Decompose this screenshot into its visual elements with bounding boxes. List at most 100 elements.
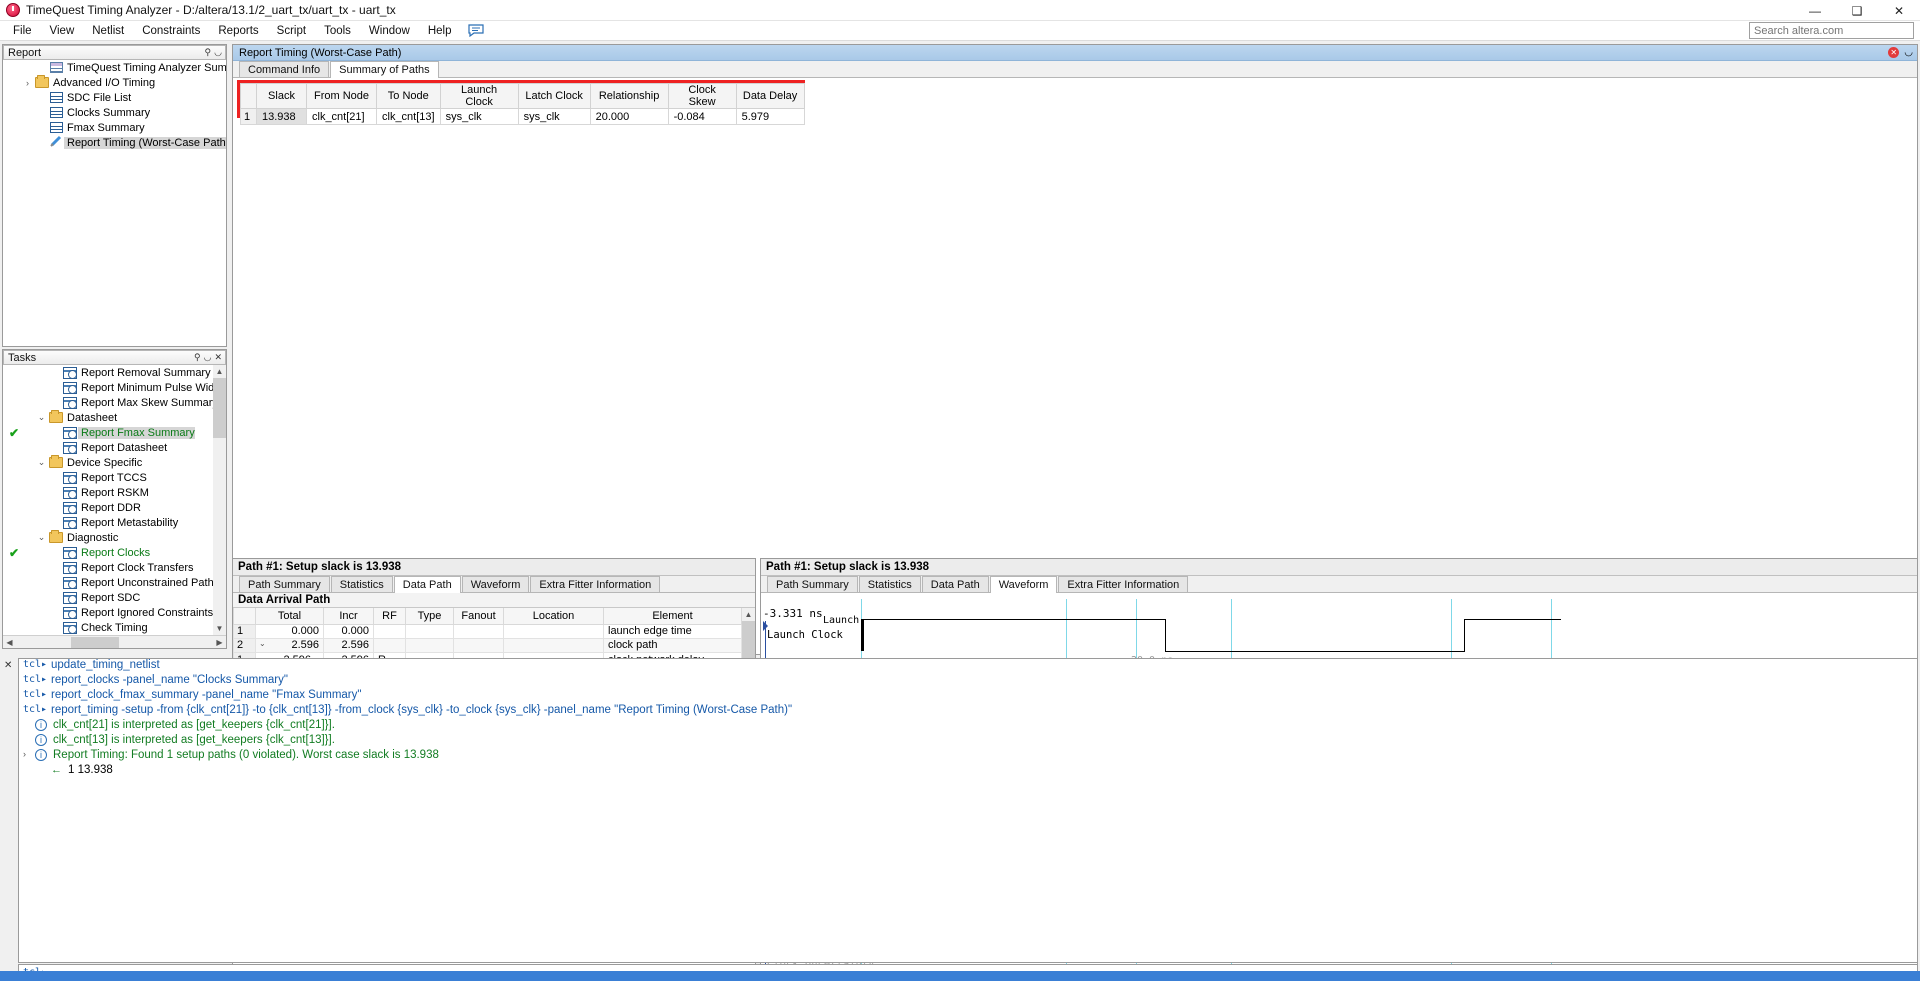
tab-waveform[interactable]: Waveform — [461, 576, 530, 592]
path-column-header[interactable]: Fanout — [453, 608, 504, 625]
scroll-right-icon[interactable]: ▶ — [213, 638, 226, 647]
chevron-icon[interactable]: ⌄ — [35, 532, 48, 543]
tasks-tree-item[interactable]: ✔ Report Fmax Summary — [3, 425, 213, 440]
path-column-header[interactable]: Incr — [323, 608, 374, 625]
tasks-tree-item[interactable]: Report SDC — [3, 590, 213, 605]
chevron-icon[interactable]: ⌄ — [35, 457, 48, 468]
tab-statistics[interactable]: Statistics — [858, 576, 921, 592]
undock-icon[interactable]: ◡ — [214, 47, 222, 58]
path-column-header[interactable]: Location — [503, 608, 604, 625]
scroll-down-icon[interactable]: ▼ — [213, 622, 226, 635]
tab-command-info[interactable]: Command Info — [239, 61, 330, 77]
summary-column-header[interactable] — [240, 83, 257, 109]
report-window-tabs[interactable]: Command Info Summary of Paths — [233, 61, 1917, 78]
summary-of-paths-table[interactable]: Slack From Node To Node Launch Clock Latch C… — [240, 83, 805, 125]
pin-icon[interactable]: ⚲ — [205, 47, 212, 58]
tab-path-summary[interactable]: Path Summary — [239, 576, 330, 592]
tab-extra-fitter-information[interactable]: Extra Fitter Information — [1058, 576, 1189, 592]
table-row[interactable]: 1 13.938 clk_cnt[21] clk_cnt[13] sys_clk sys_… — [240, 108, 805, 125]
tab-statistics[interactable]: Statistics — [330, 576, 393, 592]
menu-view[interactable]: View — [41, 23, 84, 39]
tab-waveform[interactable]: Waveform — [989, 576, 1058, 593]
minimize-button[interactable]: — — [1794, 0, 1836, 21]
path-column-header[interactable]: Total — [255, 608, 324, 625]
path-column-header[interactable] — [233, 608, 256, 625]
scroll-left-icon[interactable]: ◀ — [3, 638, 16, 647]
tab-extra-fitter-information[interactable]: Extra Fitter Information — [530, 576, 661, 592]
menu-reports[interactable]: Reports — [209, 23, 267, 39]
report-tree-item[interactable]: Fmax Summary — [3, 120, 226, 135]
summary-column-header[interactable]: From Node — [306, 83, 377, 109]
tasks-tree-item[interactable]: Report Unconstrained Paths — [3, 575, 213, 590]
undock-icon[interactable]: ◡ — [204, 352, 212, 363]
menu-help[interactable]: Help — [419, 23, 461, 39]
menu-window[interactable]: Window — [360, 23, 419, 39]
summary-column-header[interactable]: To Node — [376, 83, 441, 109]
tasks-tree-item[interactable]: ⌄ Device Specific — [3, 455, 213, 470]
scroll-up-icon[interactable]: ▲ — [213, 365, 226, 378]
tasks-tree-item[interactable]: Report Removal Summary — [3, 365, 213, 380]
tasks-tree-item[interactable]: Report Metastability — [3, 515, 213, 530]
search-input[interactable] — [1749, 22, 1914, 39]
tasks-tree-item[interactable]: Report TCCS — [3, 470, 213, 485]
close-button[interactable]: ✕ — [1878, 0, 1920, 21]
tasks-tree-item[interactable]: ✔ Report Clocks — [3, 545, 213, 560]
scroll-thumb[interactable] — [213, 378, 226, 438]
console-output[interactable]: tcl▸ update_timing_netlist tcl▸ report_cloc… — [18, 658, 1918, 963]
chevron-icon[interactable]: ⌄ — [35, 412, 48, 423]
summary-column-header[interactable]: Data Delay — [735, 83, 805, 109]
menu-tools[interactable]: Tools — [315, 23, 360, 39]
report-tree-item[interactable]: › Advanced I/O Timing — [3, 75, 226, 90]
undock-icon[interactable]: ◡ — [1904, 47, 1913, 58]
tasks-tree-item[interactable]: Report Max Skew Summary — [3, 395, 213, 410]
summary-column-header[interactable]: Latch Clock — [517, 83, 591, 109]
report-tree-item[interactable]: SDC File List — [3, 90, 226, 105]
tasks-tree-item[interactable]: Check Timing — [3, 620, 213, 635]
console-close-icon[interactable]: ✕ — [4, 660, 12, 671]
close-icon[interactable]: ✕ — [1888, 47, 1900, 58]
scroll-up-icon[interactable]: ▲ — [742, 608, 755, 621]
tasks-tree[interactable]: Report Removal Summary Report Minimum Pul… — [3, 365, 213, 635]
tasks-tree-item[interactable]: Report RSKM — [3, 485, 213, 500]
chevron-icon[interactable]: › — [21, 78, 34, 88]
path-column-header[interactable]: Type — [405, 608, 454, 625]
report-tree-item[interactable]: Report Timing (Worst-Case Path) — [3, 135, 226, 150]
pin-icon[interactable]: ⚲ — [194, 352, 201, 363]
summary-column-header[interactable]: Slack — [256, 83, 307, 109]
tasks-tree-item[interactable]: Report Minimum Pulse Width Summar — [3, 380, 213, 395]
scroll-track[interactable] — [16, 636, 213, 648]
menu-constraints[interactable]: Constraints — [133, 23, 209, 39]
summary-column-header[interactable]: Clock Skew — [667, 83, 737, 109]
tasks-tree-item[interactable]: ⌄ Diagnostic — [3, 530, 213, 545]
tasks-tree-item[interactable]: Report Ignored Constraints — [3, 605, 213, 620]
scroll-thumb[interactable] — [71, 636, 119, 648]
table-row[interactable]: 2 ⌄ 2.596 2.596 clock path — [233, 637, 742, 654]
tasks-horizontal-scrollbar[interactable]: ◀ ▶ — [3, 635, 226, 648]
tab-path-summary[interactable]: Path Summary — [767, 576, 858, 592]
report-tree[interactable]: TimeQuest Timing Analyzer Summary › Advanc… — [3, 60, 226, 346]
chevron-down-icon[interactable]: ⌄ — [259, 639, 266, 648]
report-tree-item[interactable]: Clocks Summary — [3, 105, 226, 120]
tab-data-path[interactable]: Data Path — [393, 576, 461, 593]
menu-file[interactable]: File — [4, 23, 41, 39]
summary-column-header[interactable]: Relationship — [589, 83, 669, 109]
left-detail-tabs[interactable]: Path Summary Statistics Data Path Waveform E… — [233, 576, 755, 593]
table-row[interactable]: 1 0.000 0.000 launch edge time — [233, 623, 742, 639]
path-column-header[interactable]: Element — [603, 608, 742, 625]
close-icon[interactable]: ✕ — [214, 352, 222, 363]
right-detail-tabs[interactable]: Path Summary Statistics Data Path Waveform E… — [761, 576, 1917, 593]
tasks-tree-item[interactable]: Report Datasheet — [3, 440, 213, 455]
tasks-vertical-scrollbar[interactable]: ▲ ▼ — [213, 365, 226, 635]
tab-summary-of-paths[interactable]: Summary of Paths — [330, 61, 439, 78]
menu-netlist[interactable]: Netlist — [83, 23, 133, 39]
path-column-header[interactable]: RF — [373, 608, 406, 625]
tasks-tree-item[interactable]: Report Clock Transfers — [3, 560, 213, 575]
menu-script[interactable]: Script — [268, 23, 315, 39]
chevron-right-icon[interactable]: › — [23, 749, 35, 759]
tab-data-path[interactable]: Data Path — [921, 576, 989, 592]
speech-bubble-icon[interactable] — [468, 24, 485, 37]
report-tree-item[interactable]: TimeQuest Timing Analyzer Summary — [3, 60, 226, 75]
summary-column-header[interactable]: Launch Clock — [439, 83, 519, 109]
maximize-button[interactable]: ❑ — [1836, 0, 1878, 21]
tasks-tree-item[interactable]: Report DDR — [3, 500, 213, 515]
